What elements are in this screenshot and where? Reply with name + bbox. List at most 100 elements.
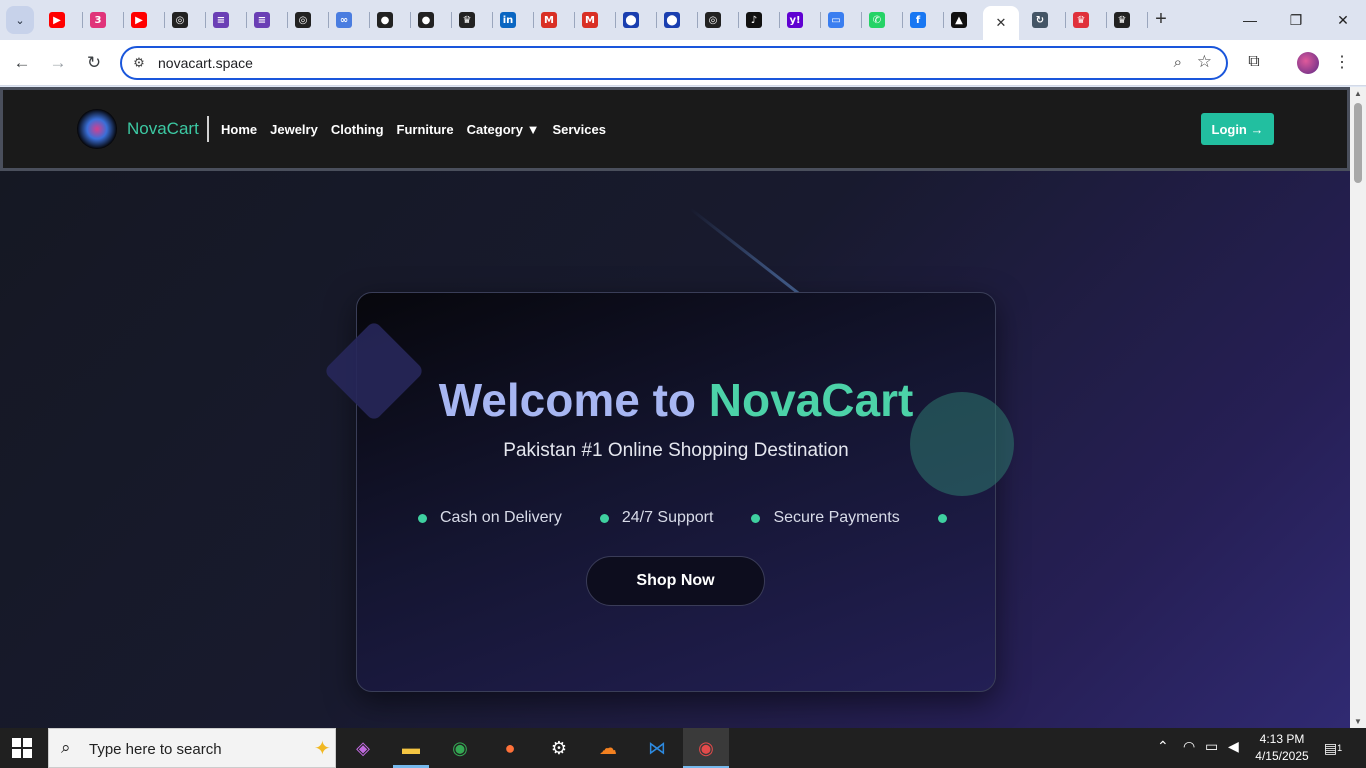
tab-8[interactable]: ● xyxy=(374,9,396,31)
map-pin-icon: ⬤ xyxy=(623,12,639,28)
hero-subtitle: Pakistan #1 Online Shopping Destination xyxy=(503,440,849,461)
tab-separator xyxy=(533,12,534,28)
gmail-icon: M xyxy=(541,12,557,28)
github-icon: ● xyxy=(418,12,434,28)
tab-separator xyxy=(656,12,657,28)
url-text[interactable]: novacart.space xyxy=(158,55,253,71)
close-tab-icon[interactable]: ✕ xyxy=(996,15,1007,31)
scroll-down-icon[interactable]: ▼ xyxy=(1354,717,1362,726)
profile-avatar[interactable] xyxy=(1297,52,1319,74)
back-icon[interactable]: ← xyxy=(10,51,34,75)
settings-gear-icon[interactable]: ⚙ xyxy=(545,734,573,762)
chrome-profile-icon[interactable]: ◉ xyxy=(692,734,720,762)
search-icon: ⌕ xyxy=(61,738,71,757)
chrome-icon[interactable]: ◉ xyxy=(446,734,474,762)
wifi-icon[interactable]: ◠ xyxy=(1183,738,1195,755)
reload-icon[interactable]: ↻ xyxy=(82,51,106,75)
restore-icon[interactable]: ❐ xyxy=(1284,8,1308,32)
tab-11[interactable]: in xyxy=(497,9,519,31)
tab-right-2[interactable]: ♛ xyxy=(1111,9,1133,31)
windows-start-icon[interactable] xyxy=(12,738,32,758)
tab-5[interactable]: ≡ xyxy=(251,9,273,31)
chatgpt-icon: ◎ xyxy=(295,12,311,28)
feature-payments: Secure Payments xyxy=(773,509,900,526)
sparkle-icon: ✦ xyxy=(314,738,331,760)
bookmark-star-icon[interactable]: ☆ xyxy=(1197,52,1212,72)
tab-right-0[interactable]: ↻ xyxy=(1029,9,1051,31)
tab-21[interactable]: f xyxy=(907,9,929,31)
nav-links: Home Jewelry Clothing Furniture Category… xyxy=(221,122,606,137)
tab-separator xyxy=(1147,12,1148,28)
tab-separator xyxy=(1106,12,1107,28)
crown-icon: ♛ xyxy=(459,12,475,28)
brand-logo[interactable] xyxy=(77,109,117,149)
tab-0[interactable]: ▶ xyxy=(46,9,68,31)
tab-20[interactable]: ✆ xyxy=(866,9,888,31)
nav-jewelry[interactable]: Jewelry xyxy=(270,122,318,137)
cloudflare-icon[interactable]: ☁ xyxy=(594,734,622,762)
tab-19[interactable]: ▭ xyxy=(825,9,847,31)
address-bar[interactable]: ⚙ novacart.space ⌕ ☆ xyxy=(120,46,1228,80)
youtube-icon: ▶ xyxy=(49,12,65,28)
chat-icon: ▭ xyxy=(828,12,844,28)
site-info-icon[interactable]: ⚙ xyxy=(130,54,148,72)
extensions-icon[interactable]: ⧉ xyxy=(1243,51,1265,73)
zoom-icon[interactable]: ⌕ xyxy=(1174,54,1182,71)
new-tab-button[interactable]: + xyxy=(1150,8,1172,30)
tab-3[interactable]: ◎ xyxy=(169,9,191,31)
feature-support: 24/7 Support xyxy=(621,509,714,526)
tab-10[interactable]: ♛ xyxy=(456,9,478,31)
scrollbar-thumb[interactable] xyxy=(1354,103,1362,183)
menu-icon[interactable]: ⋮ xyxy=(1334,51,1350,73)
clock-time: 4:13 PM xyxy=(1259,732,1305,746)
tab-7[interactable]: ∞ xyxy=(333,9,355,31)
tab-right-1[interactable]: ♛ xyxy=(1070,9,1092,31)
hero-card xyxy=(356,292,996,692)
copilot-icon[interactable]: ◈ xyxy=(349,734,377,762)
crown-icon: ♛ xyxy=(1114,12,1130,28)
active-tab[interactable]: ✕ xyxy=(983,6,1019,40)
nav-clothing[interactable]: Clothing xyxy=(331,122,384,137)
search-placeholder[interactable]: Type here to search xyxy=(89,741,222,758)
brand-name[interactable]: NovaCart xyxy=(127,119,199,139)
tab-12[interactable]: M xyxy=(538,9,560,31)
tab-search-button[interactable]: ⌄ xyxy=(6,6,34,34)
forms-icon: ≡ xyxy=(213,12,229,28)
tab-15[interactable]: ⬤ xyxy=(661,9,683,31)
tab-separator xyxy=(205,12,206,28)
tiktok-icon: ♪ xyxy=(746,12,762,28)
tab-18[interactable]: y! xyxy=(784,9,806,31)
tab-6[interactable]: ◎ xyxy=(292,9,314,31)
tab-13[interactable]: M xyxy=(579,9,601,31)
scroll-up-icon[interactable]: ▲ xyxy=(1354,89,1362,98)
battery-icon[interactable]: ▭ xyxy=(1205,738,1218,755)
tray-chevron-icon[interactable]: ⌃ xyxy=(1157,738,1169,755)
nav-services[interactable]: Services xyxy=(552,122,606,137)
firefox-icon[interactable]: ● xyxy=(496,734,524,762)
tab-4[interactable]: ≡ xyxy=(210,9,232,31)
shop-now-button[interactable]: Shop Now xyxy=(586,556,765,606)
page-scrollbar[interactable]: ▲ ▼ xyxy=(1350,87,1366,728)
file-explorer-icon[interactable]: ▬ xyxy=(397,734,425,762)
tab-separator xyxy=(574,12,575,28)
close-window-icon[interactable]: ✕ xyxy=(1331,8,1355,32)
tab-22[interactable]: ▲ xyxy=(948,9,970,31)
nav-home[interactable]: Home xyxy=(221,122,257,137)
tab-2[interactable]: ▶ xyxy=(128,9,150,31)
tab-14[interactable]: ⬤ xyxy=(620,9,642,31)
nav-category-dropdown[interactable]: Category ▼ xyxy=(467,122,540,137)
volume-icon[interactable]: ◀ xyxy=(1228,738,1239,755)
minimize-icon[interactable]: — xyxy=(1238,8,1262,32)
tab-1[interactable]: 3 xyxy=(87,9,109,31)
nav-furniture[interactable]: Furniture xyxy=(397,122,454,137)
taskbar-search[interactable]: ⌕ Type here to search ✦ xyxy=(48,728,336,768)
system-clock[interactable]: 4:13 PM 4/15/2025 xyxy=(1255,731,1309,765)
tab-9[interactable]: ● xyxy=(415,9,437,31)
forward-icon[interactable]: → xyxy=(46,51,70,75)
vscode-icon[interactable]: ⋈ xyxy=(643,734,671,762)
tab-separator xyxy=(451,12,452,28)
tab-16[interactable]: ◎ xyxy=(702,9,724,31)
tab-17[interactable]: ♪ xyxy=(743,9,765,31)
login-button[interactable]: Login → xyxy=(1201,113,1274,145)
notification-icon[interactable]: ▤ 1 xyxy=(1322,737,1344,759)
